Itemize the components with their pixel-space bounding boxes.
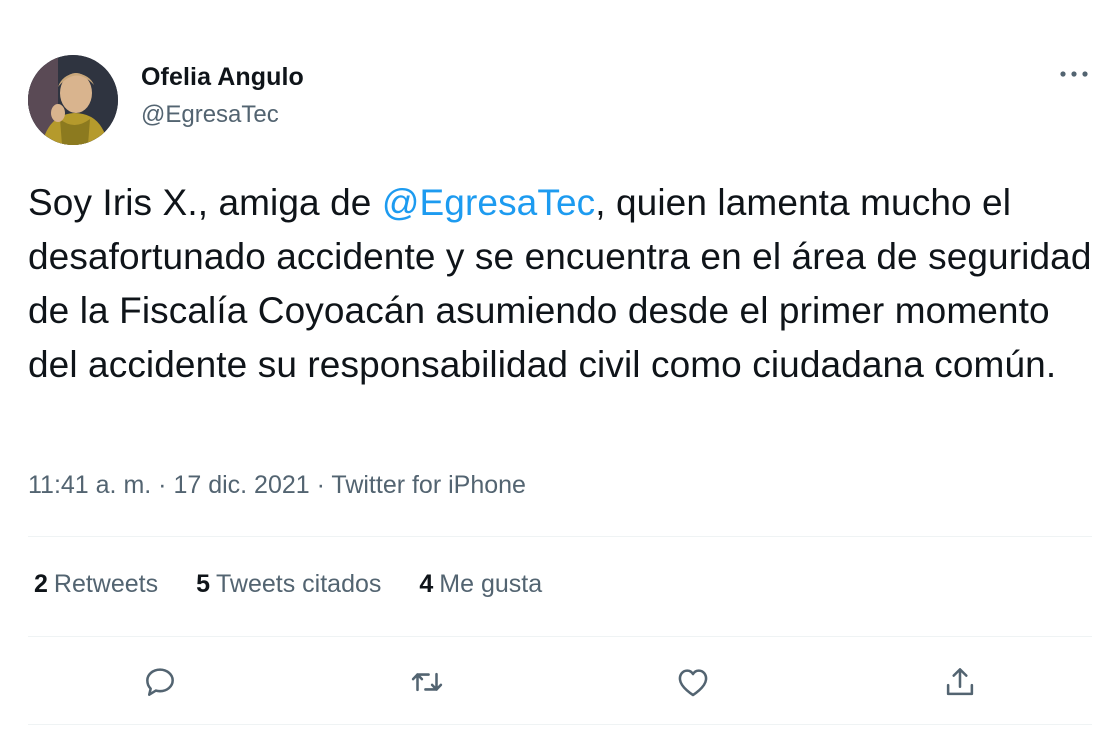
divider [28,724,1092,725]
share-button[interactable] [940,662,980,702]
divider [28,636,1092,637]
like-button[interactable] [673,662,713,702]
tweet-text-part1: Soy Iris X., amiga de [28,182,382,223]
tweet-date[interactable]: 17 dic. 2021 [173,471,309,499]
quotes-count: 5 [196,570,211,598]
tweet-meta: 11:41 a. m. · 17 dic. 2021 · Twitter for… [28,471,526,500]
tweet-source[interactable]: Twitter for iPhone [331,471,526,499]
author-name[interactable]: Ofelia Angulo [141,63,304,92]
retweet-icon [411,672,443,692]
tweet-card: Ofelia Angulo @EgresaTec Soy Iris X., am… [0,0,1120,730]
tweet-text: Soy Iris X., amiga de @EgresaTec, quien … [28,176,1098,392]
likes-count: 4 [419,570,434,598]
tweet-stats: 2 Retweets 5 Tweets citados 4 Me gusta [34,570,542,599]
retweets-stat[interactable]: 2 Retweets [34,570,158,599]
tweet-actions [0,662,1120,702]
reply-button[interactable] [140,662,180,702]
retweet-button[interactable] [407,662,447,702]
heart-icon [678,669,708,697]
share-icon [946,668,974,696]
more-options-button[interactable] [1056,56,1092,92]
quotes-stat[interactable]: 5 Tweets citados [196,570,381,599]
avatar[interactable] [28,55,118,145]
divider [28,536,1092,537]
retweets-label: Retweets [53,570,159,598]
reply-icon [146,668,174,696]
author-handle[interactable]: @EgresaTec [141,101,279,129]
likes-stat[interactable]: 4 Me gusta [419,570,542,599]
likes-label: Me gusta [439,570,543,598]
tweet-time[interactable]: 11:41 a. m. [28,471,151,499]
quotes-label: Tweets citados [216,570,382,598]
more-horizontal-icon [1060,71,1088,77]
mention-link[interactable]: @EgresaTec [382,182,595,223]
meta-separator: · [309,471,332,499]
meta-separator: · [151,471,174,499]
retweets-count: 2 [34,570,48,598]
